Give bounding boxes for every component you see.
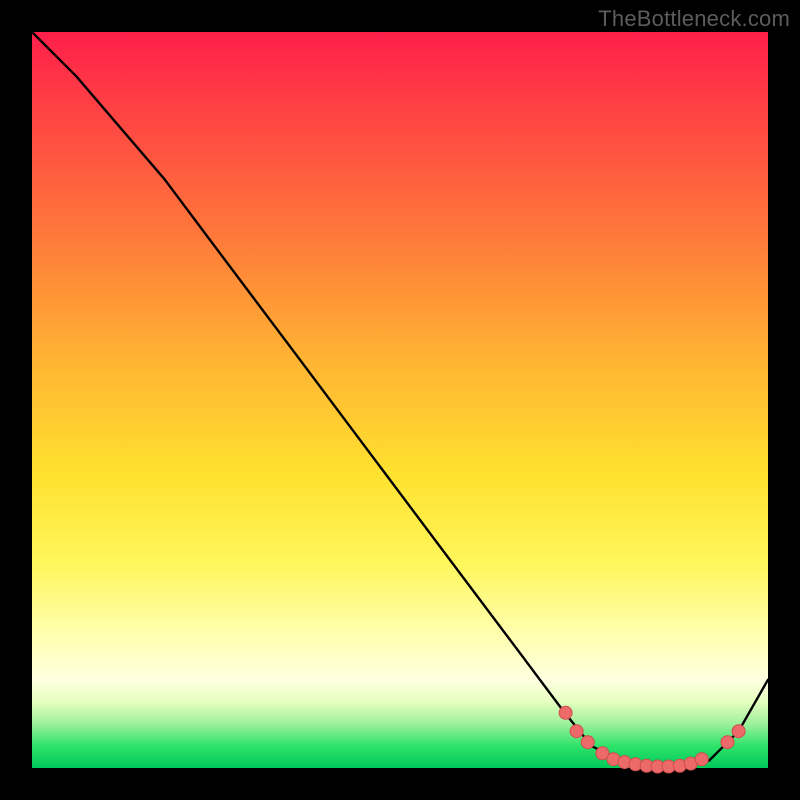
curve-marker — [695, 753, 708, 766]
chart-stage: TheBottleneck.com — [0, 0, 800, 800]
bottleneck-curve — [32, 32, 768, 768]
curve-marker — [721, 736, 734, 749]
curve-markers — [559, 706, 745, 773]
curve-marker — [570, 725, 583, 738]
curve-marker — [732, 725, 745, 738]
curve-marker — [559, 706, 572, 719]
watermark-text: TheBottleneck.com — [598, 6, 790, 32]
chart-svg — [32, 32, 768, 768]
curve-marker — [581, 736, 594, 749]
chart-plot-area — [32, 32, 768, 768]
